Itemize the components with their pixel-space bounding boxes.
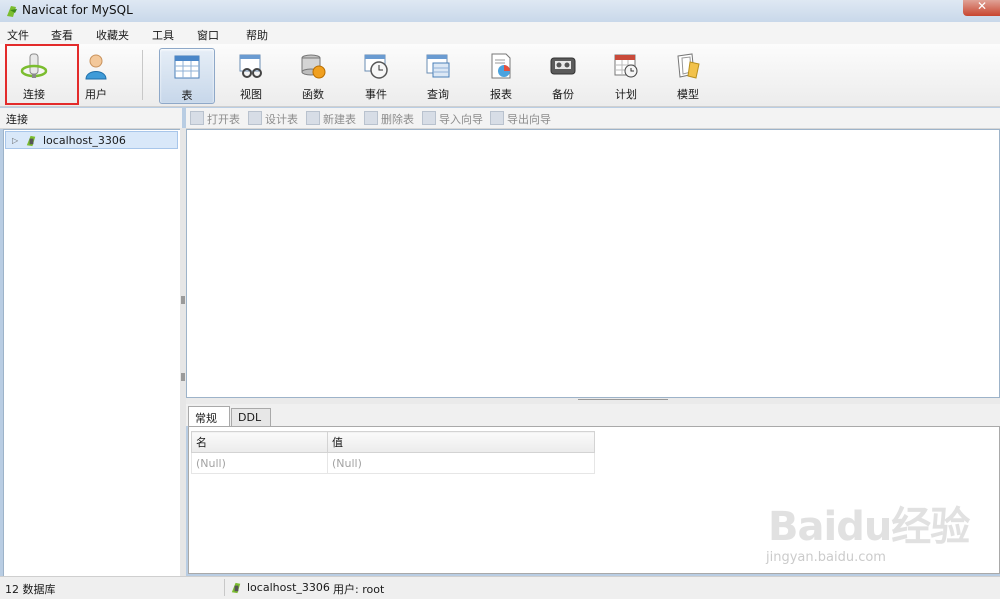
backup-tape-icon bbox=[550, 57, 576, 75]
menu-tools[interactable]: 工具 bbox=[152, 27, 174, 43]
table-icon bbox=[174, 55, 200, 79]
schedule-calendar-icon bbox=[614, 54, 638, 78]
connections-header: 连接 bbox=[0, 108, 182, 129]
event-button[interactable]: 事件 bbox=[349, 48, 403, 102]
database-count: 12 数据库 bbox=[5, 583, 56, 596]
schedule-button[interactable]: 计划 bbox=[599, 48, 653, 102]
window-title: Navicat for MySQL bbox=[22, 3, 133, 17]
schedule-label: 计划 bbox=[615, 88, 637, 101]
query-label: 查询 bbox=[427, 88, 449, 101]
import-icon bbox=[422, 111, 436, 125]
function-button[interactable]: 函数 bbox=[286, 48, 340, 102]
baidu-watermark: Baidu经验 jingyan.baidu.com bbox=[760, 488, 1000, 578]
status-user: 用户: root bbox=[333, 583, 385, 596]
query-button[interactable]: 查询 bbox=[411, 48, 465, 102]
design-table-icon bbox=[248, 111, 262, 125]
model-label: 模型 bbox=[677, 88, 699, 101]
cell-name: (Null) bbox=[191, 452, 328, 474]
close-icon: ✕ bbox=[977, 0, 988, 13]
menu-file[interactable]: 文件 bbox=[7, 27, 29, 43]
tab-ddl[interactable]: DDL bbox=[231, 408, 271, 426]
design-table-button[interactable]: 设计表 bbox=[248, 111, 298, 127]
user-icon bbox=[85, 54, 107, 80]
menu-bar: 文件 查看 收藏夹 工具 窗口 帮助 bbox=[0, 22, 1000, 45]
event-clock-icon bbox=[364, 54, 388, 79]
window-close-button[interactable]: ✕ bbox=[963, 0, 1000, 16]
import-wizard-button[interactable]: 导入向导 bbox=[422, 111, 483, 127]
open-table-button[interactable]: 打开表 bbox=[190, 111, 240, 127]
status-bar: 12 数据库 localhost_3306 用户: root bbox=[0, 576, 1000, 599]
title-bar: Navicat for MySQL ✕ bbox=[0, 0, 1000, 22]
splitter-grip-bottom bbox=[181, 373, 185, 381]
column-header-name[interactable]: 名 bbox=[191, 431, 328, 453]
main-toolbar: 连接 用户 表 视图 函数 事件 查询 报表 备份 计划 模型 bbox=[0, 44, 1000, 107]
tree-item-connection[interactable]: ▷ localhost_3306 bbox=[5, 131, 178, 149]
connect-highlight-box bbox=[5, 44, 79, 105]
connection-plug-icon bbox=[26, 135, 36, 147]
report-icon bbox=[491, 53, 511, 79]
backup-label: 备份 bbox=[552, 88, 574, 101]
function-icon bbox=[301, 54, 326, 79]
delete-table-icon bbox=[364, 111, 378, 125]
model-icon bbox=[677, 53, 700, 79]
properties-table: 名 值 (Null) (Null) bbox=[191, 431, 595, 474]
report-button[interactable]: 报表 bbox=[474, 48, 528, 102]
delete-table-button[interactable]: 删除表 bbox=[364, 111, 414, 127]
cell-value: (Null) bbox=[327, 452, 595, 474]
view-label: 视图 bbox=[240, 88, 262, 101]
connections-tree: ▷ localhost_3306 bbox=[3, 129, 181, 578]
navicat-app-icon bbox=[7, 6, 17, 17]
menu-view[interactable]: 查看 bbox=[51, 27, 73, 43]
table-button[interactable]: 表 bbox=[159, 48, 215, 104]
expand-arrow-icon[interactable]: ▷ bbox=[12, 136, 18, 145]
new-table-button[interactable]: 新建表 bbox=[306, 111, 356, 127]
model-button[interactable]: 模型 bbox=[661, 48, 715, 102]
export-icon bbox=[490, 111, 504, 125]
watermark-url: jingyan.baidu.com bbox=[766, 550, 886, 565]
view-glasses-icon bbox=[239, 54, 262, 78]
tab-general[interactable]: 常规 bbox=[188, 406, 230, 426]
table-row[interactable]: (Null) (Null) bbox=[191, 452, 595, 474]
info-tab-bar: 常规 DDL bbox=[186, 404, 1000, 426]
menu-help[interactable]: 帮助 bbox=[246, 27, 268, 43]
watermark-logo: Baidu经验 bbox=[768, 504, 970, 550]
splitter-grip-top bbox=[181, 296, 185, 304]
event-label: 事件 bbox=[365, 88, 387, 101]
toolbar-separator bbox=[142, 50, 143, 100]
function-label: 函数 bbox=[302, 88, 324, 101]
menu-favorites[interactable]: 收藏夹 bbox=[96, 27, 129, 43]
table-header-row: 名 值 bbox=[191, 431, 595, 453]
export-wizard-button[interactable]: 导出向导 bbox=[490, 111, 551, 127]
table-label: 表 bbox=[181, 89, 193, 102]
column-header-value[interactable]: 值 bbox=[327, 431, 595, 453]
object-list[interactable] bbox=[186, 129, 1000, 398]
connection-plug-icon bbox=[231, 582, 241, 594]
report-label: 报表 bbox=[490, 88, 512, 101]
open-table-icon bbox=[190, 111, 204, 125]
status-connection: localhost_3306 bbox=[247, 581, 330, 594]
view-button[interactable]: 视图 bbox=[224, 48, 278, 102]
backup-button[interactable]: 备份 bbox=[536, 48, 590, 102]
connection-label: localhost_3306 bbox=[43, 134, 126, 147]
query-icon bbox=[426, 54, 450, 78]
new-table-icon bbox=[306, 111, 320, 125]
object-toolbar: 打开表 设计表 新建表 删除表 导入向导 导出向导 bbox=[186, 108, 1000, 129]
status-separator bbox=[224, 579, 225, 596]
menu-window[interactable]: 窗口 bbox=[197, 27, 219, 43]
connections-header-label: 连接 bbox=[6, 113, 28, 126]
